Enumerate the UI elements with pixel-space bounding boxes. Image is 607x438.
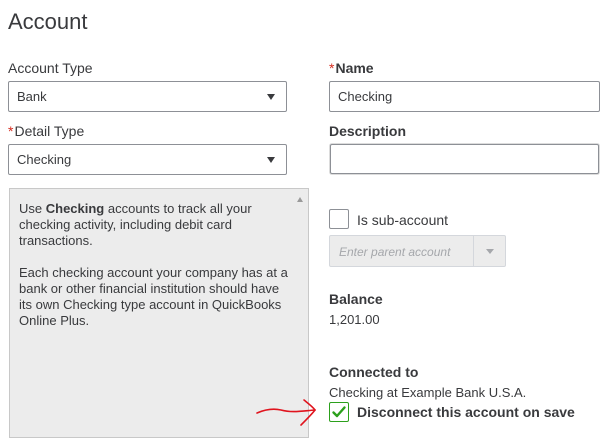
name-label: *Name	[329, 60, 374, 76]
balance-label: Balance	[329, 291, 383, 307]
disconnect-checkbox[interactable]	[329, 402, 349, 422]
page-title: Account	[8, 9, 88, 34]
detail-type-label: *Detail Type	[8, 123, 84, 139]
sub-account-checkbox[interactable]	[329, 209, 349, 229]
disconnect-label: Disconnect this account on save	[357, 404, 575, 420]
connected-label: Connected to	[329, 364, 419, 380]
name-value: Checking	[338, 89, 393, 104]
description-label-text: Description	[329, 123, 407, 139]
balance-value: 1,201.00	[329, 312, 380, 327]
scroll-up-arrow-icon[interactable]	[297, 197, 303, 202]
help-paragraph-1: Use Checking accounts to track all your …	[19, 201, 252, 248]
required-asterisk: *	[329, 60, 335, 76]
chevron-down-icon	[267, 93, 275, 100]
checkmark-icon	[332, 406, 346, 418]
connected-account: Checking at Example Bank U.S.A.	[329, 385, 527, 400]
description-label: Description	[329, 123, 406, 139]
select-divider	[473, 236, 474, 266]
detail-type-select[interactable]: Checking	[8, 144, 287, 175]
sub-account-label: Is sub-account	[357, 212, 449, 228]
account-type-label: Account Type	[8, 60, 93, 76]
chevron-down-icon	[486, 249, 494, 254]
parent-account-placeholder: Enter parent account	[339, 245, 451, 259]
account-type-value: Bank	[17, 89, 47, 104]
chevron-down-icon	[267, 156, 275, 163]
parent-account-select: Enter parent account	[329, 235, 506, 267]
name-label-text: Name	[335, 60, 374, 76]
required-asterisk: *	[8, 123, 14, 139]
detail-type-label-text: Detail Type	[14, 123, 85, 139]
account-type-select[interactable]: Bank	[8, 81, 287, 112]
help-text: Use Checking accounts to track all your …	[19, 201, 291, 345]
annotation-arrow-icon	[256, 399, 316, 426]
help-bold-term: Checking	[45, 201, 105, 216]
help-paragraph-2: Each checking account your company has a…	[19, 265, 288, 328]
detail-type-value: Checking	[17, 152, 72, 167]
description-input[interactable]	[330, 144, 599, 174]
name-input[interactable]: Checking	[329, 81, 600, 112]
